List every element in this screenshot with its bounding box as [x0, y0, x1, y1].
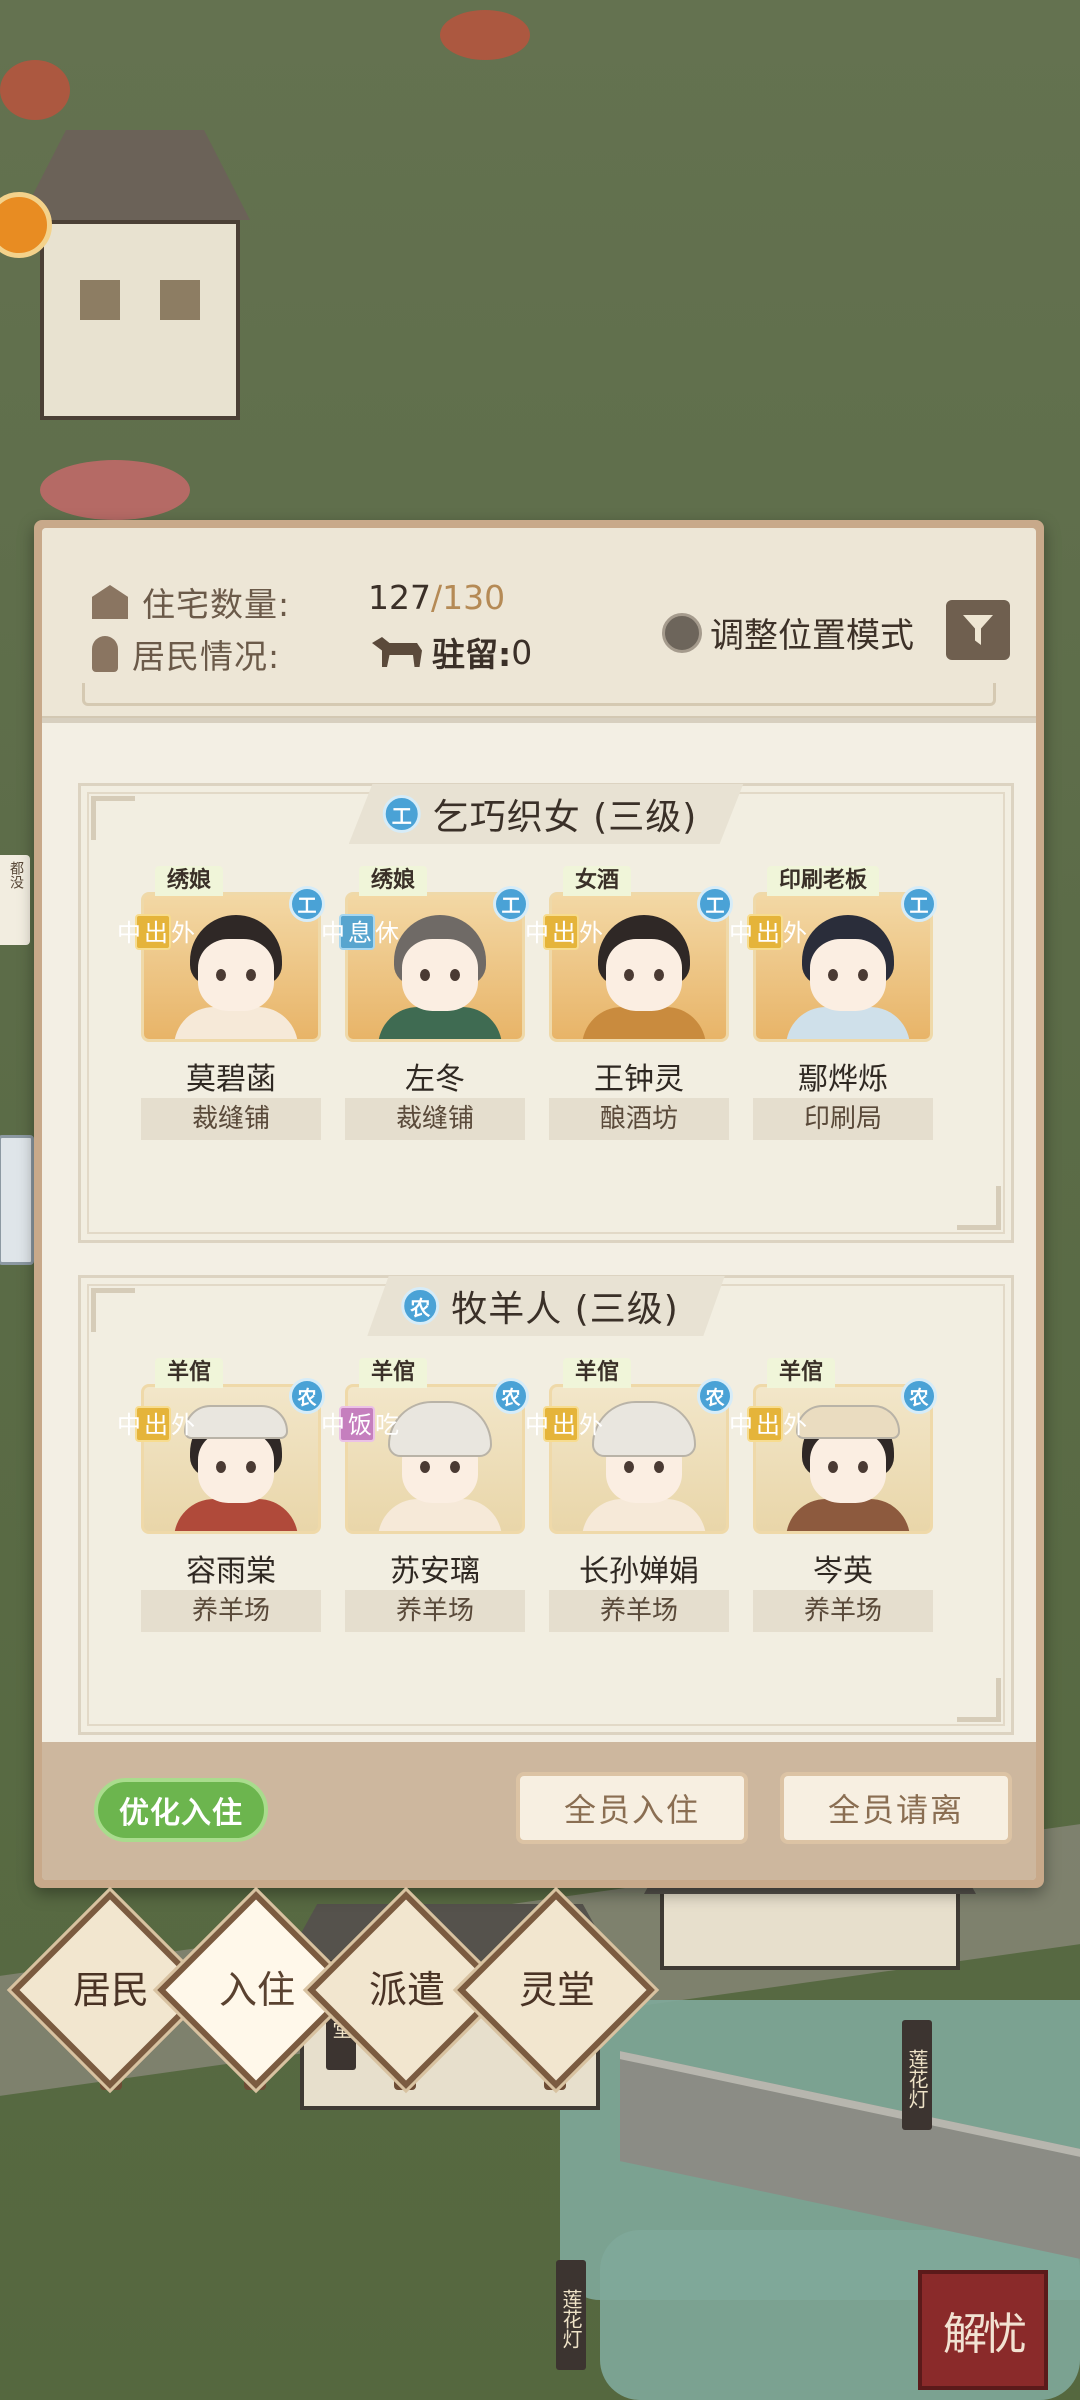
job-tag: 羊倌: [359, 1358, 428, 1388]
craft-badge-icon: 工: [289, 886, 325, 922]
housing-max: /130: [431, 578, 506, 617]
job-tag: 印刷老板: [767, 866, 880, 896]
workplace-label: 养羊场: [141, 1590, 321, 1632]
resident-name: 王钟灵: [594, 1062, 684, 1097]
housing-count: 127/130: [368, 578, 505, 617]
resident-list[interactable]: 工 乞巧织女 (三级) 绣娘 外出中 工 莫碧菡 裁缝铺 绣娘: [42, 723, 1036, 1742]
toggle-icon[interactable]: [662, 612, 702, 653]
workplace-label: 养羊场: [753, 1590, 933, 1632]
workplace-label: 养羊场: [549, 1590, 729, 1632]
resident-name: 左冬: [405, 1062, 465, 1097]
farm-badge-icon: 农: [697, 1378, 733, 1414]
job-tag: 绣娘: [359, 866, 428, 896]
house-icon: [92, 585, 128, 619]
person-icon: [92, 636, 118, 672]
lantern-sign: 莲花灯: [556, 2260, 586, 2370]
resident-name: 长孙婵娟: [579, 1554, 699, 1589]
workplace-label: 酿酒坊: [549, 1098, 729, 1140]
flower-bush: [40, 460, 190, 520]
nav-residents[interactable]: 居民: [36, 1940, 186, 2040]
resident-name: 苏安璃: [390, 1554, 480, 1589]
status-tag: 外出中: [113, 1406, 195, 1442]
scene-house[interactable]: [20, 130, 250, 450]
group-title: 工 乞巧织女 (三级): [348, 784, 744, 844]
job-tag: 绣娘: [155, 866, 224, 896]
side-tag[interactable]: 都没: [0, 855, 30, 945]
housing-current: 127: [368, 578, 431, 617]
workplace-label: 裁缝铺: [141, 1098, 321, 1140]
job-tag: 羊倌: [767, 1358, 836, 1388]
stay-status: 驻留: 0: [372, 628, 532, 676]
farm-badge-icon: 农: [901, 1378, 937, 1414]
adjust-mode-label: 调整位置模式: [710, 616, 914, 656]
housing-row: 住宅数量:: [92, 578, 290, 626]
seal-button[interactable]: 解忧: [918, 2270, 1048, 2390]
job-tag: 羊倌: [563, 1358, 632, 1388]
workplace-label: 印刷局: [753, 1098, 933, 1140]
residents-row: 居民情况:: [92, 630, 280, 678]
all-move-in-button[interactable]: 全员入住: [516, 1772, 748, 1844]
job-group: 工 乞巧织女 (三级) 绣娘 外出中 工 莫碧菡 裁缝铺 绣娘: [78, 783, 1014, 1243]
panel-header: 住宅数量: 127/130 居民情况: 驻留: 0 调整位置模式: [42, 528, 1036, 718]
tree: [440, 10, 530, 60]
nav-move-in[interactable]: 入住: [182, 1940, 332, 2040]
adjust-mode-toggle[interactable]: 调整位置模式: [662, 608, 914, 657]
group-title-text: 牧羊人 (三级): [451, 1289, 679, 1330]
status-tag: 外出中: [521, 1406, 603, 1442]
stay-value: 0: [511, 632, 533, 672]
craft-badge-icon: 工: [493, 886, 529, 922]
workplace-label: 养羊场: [345, 1590, 525, 1632]
craft-badge-icon: 工: [901, 886, 937, 922]
resident-name: 岑英: [813, 1554, 873, 1589]
lantern-sign: 莲花灯: [902, 2020, 932, 2130]
residents-label: 居民情况:: [132, 637, 281, 676]
resident-name: 容雨棠: [186, 1554, 276, 1589]
status-tag: 休息中: [317, 914, 399, 950]
horse-icon: [372, 637, 422, 667]
tree: [0, 60, 70, 120]
farm-badge-icon: 农: [493, 1378, 529, 1414]
farm-badge-icon: 农: [401, 1287, 440, 1325]
craft-badge-icon: 工: [697, 886, 733, 922]
status-tag: 外出中: [725, 1406, 807, 1442]
resident-name: 莫碧菡: [186, 1062, 276, 1097]
group-title-text: 乞巧织女 (三级): [432, 797, 698, 838]
workplace-label: 裁缝铺: [345, 1098, 525, 1140]
nav-spirit-hall[interactable]: 灵堂: [482, 1940, 632, 2040]
resident-name: 鄢烨烁: [798, 1062, 888, 1097]
nav-dispatch[interactable]: 派遣: [332, 1940, 482, 2040]
farm-badge-icon: 农: [289, 1378, 325, 1414]
housing-panel: 住宅数量: 127/130 居民情况: 驻留: 0 调整位置模式 工 乞巧织女 …: [34, 520, 1044, 1888]
all-leave-button[interactable]: 全员请离: [780, 1772, 1012, 1844]
job-tag: 羊倌: [155, 1358, 224, 1388]
status-tag: 吃饭中: [317, 1406, 399, 1442]
status-tag: 外出中: [521, 914, 603, 950]
housing-label: 住宅数量:: [142, 585, 291, 624]
optimize-move-in-button[interactable]: 优化入住: [94, 1778, 268, 1842]
filter-button[interactable]: [946, 600, 1010, 660]
side-peek-panel[interactable]: [0, 1135, 34, 1265]
scene-building[interactable]: [644, 1834, 976, 1970]
group-title: 农 牧羊人 (三级): [367, 1276, 725, 1336]
filter-icon: [963, 615, 993, 645]
job-tag: 女酒: [563, 866, 632, 896]
craft-badge-icon: 工: [382, 795, 421, 833]
status-tag: 外出中: [113, 914, 195, 950]
status-tag: 外出中: [725, 914, 807, 950]
job-group: 农 牧羊人 (三级) 羊倌 外出中 农 容雨棠 养羊场 羊倌: [78, 1275, 1014, 1735]
stay-label: 驻留:: [432, 635, 512, 674]
panel-footer: 优化入住 全员入住 全员请离: [42, 1742, 1036, 1880]
